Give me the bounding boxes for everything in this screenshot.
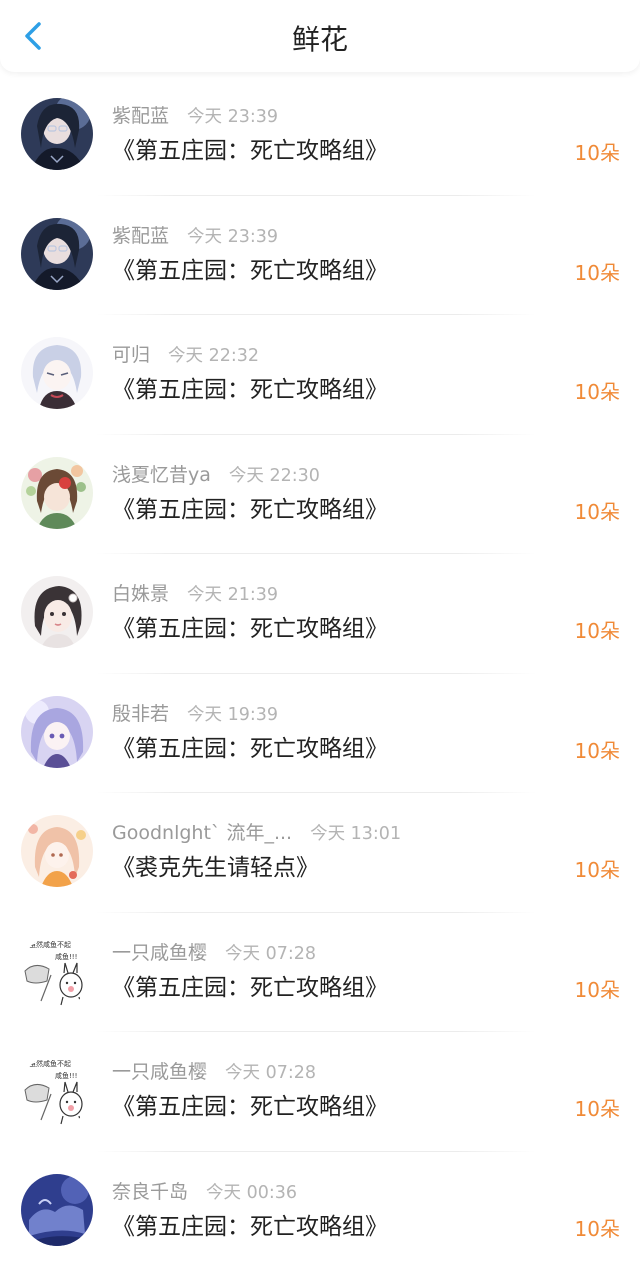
work-title[interactable]: 《第五庄园：死亡攻略组》 — [112, 254, 388, 288]
work-title[interactable]: 《第五庄园：死亡攻略组》 — [112, 493, 388, 527]
timestamp: 今天 00:36 — [206, 1183, 297, 1203]
sender-meta: Goodnlght` 流年_... 今天 13:01 — [112, 820, 401, 846]
sender-meta: 一只咸鱼樱今天 07:28 — [112, 1059, 316, 1085]
work-title[interactable]: 《第五庄园：死亡攻略组》 — [112, 612, 388, 646]
work-title[interactable]: 《第五庄园：死亡攻略组》 — [112, 1090, 388, 1124]
sender-meta: 紫配蓝今天 23:39 — [112, 223, 278, 249]
list-item[interactable]: Goodnlght` 流年_... 今天 13:01 《裘克先生请轻点》 10朵 — [0, 793, 640, 913]
sender-meta: 浅夏忆昔ya 今天 22:30 — [112, 462, 320, 488]
flower-record-list: 紫配蓝今天 23:39 《第五庄园：死亡攻略组》 10朵 紫配蓝今天 23:39… — [0, 76, 640, 1271]
flower-count: 10朵 — [575, 736, 620, 766]
sender-meta: 一只咸鱼樱今天 07:28 — [112, 940, 316, 966]
flower-count: 10朵 — [575, 1214, 620, 1244]
list-item[interactable]: 紫配蓝今天 23:39 《第五庄园：死亡攻略组》 10朵 — [0, 196, 640, 316]
timestamp: 今天 23:39 — [187, 107, 278, 127]
work-title[interactable]: 《裘克先生请轻点》 — [112, 851, 319, 885]
sender-meta: 可归今天 22:32 — [112, 342, 259, 368]
timestamp: 今天 19:39 — [187, 705, 278, 725]
work-title[interactable]: 《第五庄园：死亡攻略组》 — [112, 1210, 388, 1244]
avatar[interactable]: 虽然咸鱼不起 咸鱼!!! — [21, 935, 93, 1007]
avatar[interactable] — [21, 98, 93, 170]
timestamp: 今天 07:28 — [225, 1063, 316, 1083]
sender-name[interactable]: 一只咸鱼樱 — [112, 1061, 207, 1083]
flower-count: 10朵 — [575, 616, 620, 646]
sender-name[interactable]: 白姝景 — [112, 583, 169, 605]
sender-name[interactable]: 奈良千岛 — [112, 1181, 188, 1203]
sender-name[interactable]: 紫配蓝 — [112, 105, 169, 127]
flower-count: 10朵 — [575, 1094, 620, 1124]
sender-name[interactable]: 殷非若 — [112, 703, 169, 725]
flower-count: 10朵 — [575, 855, 620, 885]
avatar[interactable]: 虽然咸鱼不起 咸鱼!!! — [21, 1054, 93, 1126]
avatar-caption-2: 咸鱼!!! — [55, 1071, 77, 1080]
app-header: 鲜花 — [0, 0, 640, 72]
timestamp: 今天 13:01 — [310, 824, 401, 844]
work-title[interactable]: 《第五庄园：死亡攻略组》 — [112, 971, 388, 1005]
avatar[interactable] — [21, 576, 93, 648]
sender-name[interactable]: 一只咸鱼樱 — [112, 942, 207, 964]
sender-meta: 白姝景今天 21:39 — [112, 581, 278, 607]
list-item[interactable]: 虽然咸鱼不起 咸鱼!!! 一只咸鱼樱今天 07:28 《第五庄园：死亡攻略组》 … — [0, 1032, 640, 1152]
list-item[interactable]: 虽然咸鱼不起 咸鱼!!! 一只咸鱼樱今天 07:28 《第五庄园：死亡攻略组》 … — [0, 913, 640, 1033]
avatar[interactable] — [21, 337, 93, 409]
list-item[interactable]: 可归今天 22:32 《第五庄园：死亡攻略组》 10朵 — [0, 315, 640, 435]
avatar[interactable] — [21, 696, 93, 768]
sender-name[interactable]: Goodnlght` 流年_... — [112, 822, 292, 844]
flower-count: 10朵 — [575, 975, 620, 1005]
sender-name[interactable]: 紫配蓝 — [112, 225, 169, 247]
avatar[interactable] — [21, 457, 93, 529]
sender-meta: 殷非若今天 19:39 — [112, 701, 278, 727]
page-title: 鲜花 — [0, 22, 640, 58]
work-title[interactable]: 《第五庄园：死亡攻略组》 — [112, 373, 388, 407]
sender-name[interactable]: 可归 — [112, 344, 150, 366]
timestamp: 今天 22:32 — [168, 346, 259, 366]
avatar-caption-1: 虽然咸鱼不起 — [29, 940, 71, 949]
timestamp: 今天 21:39 — [187, 585, 278, 605]
avatar-caption-2: 咸鱼!!! — [55, 952, 77, 961]
timestamp: 今天 07:28 — [225, 944, 316, 964]
list-item[interactable]: 殷非若今天 19:39 《第五庄园：死亡攻略组》 10朵 — [0, 674, 640, 794]
flower-count: 10朵 — [575, 377, 620, 407]
avatar[interactable] — [21, 1174, 93, 1246]
work-title[interactable]: 《第五庄园：死亡攻略组》 — [112, 732, 388, 766]
flower-count: 10朵 — [575, 258, 620, 288]
sender-meta: 奈良千岛今天 00:36 — [112, 1179, 297, 1205]
list-item[interactable]: 白姝景今天 21:39 《第五庄园：死亡攻略组》 10朵 — [0, 554, 640, 674]
list-item[interactable]: 浅夏忆昔ya 今天 22:30 《第五庄园：死亡攻略组》 10朵 — [0, 435, 640, 555]
avatar[interactable] — [21, 815, 93, 887]
flower-count: 10朵 — [575, 138, 620, 168]
timestamp: 今天 23:39 — [187, 227, 278, 247]
flower-count: 10朵 — [575, 497, 620, 527]
list-item[interactable]: 紫配蓝今天 23:39 《第五庄园：死亡攻略组》 10朵 — [0, 76, 640, 196]
avatar[interactable] — [21, 218, 93, 290]
list-item[interactable]: 奈良千岛今天 00:36 《第五庄园：死亡攻略组》 10朵 — [0, 1152, 640, 1271]
avatar-caption-1: 虽然咸鱼不起 — [29, 1059, 71, 1068]
sender-name[interactable]: 浅夏忆昔ya — [112, 464, 211, 486]
work-title[interactable]: 《第五庄园：死亡攻略组》 — [112, 134, 388, 168]
sender-meta: 紫配蓝今天 23:39 — [112, 103, 278, 129]
timestamp: 今天 22:30 — [229, 466, 320, 486]
